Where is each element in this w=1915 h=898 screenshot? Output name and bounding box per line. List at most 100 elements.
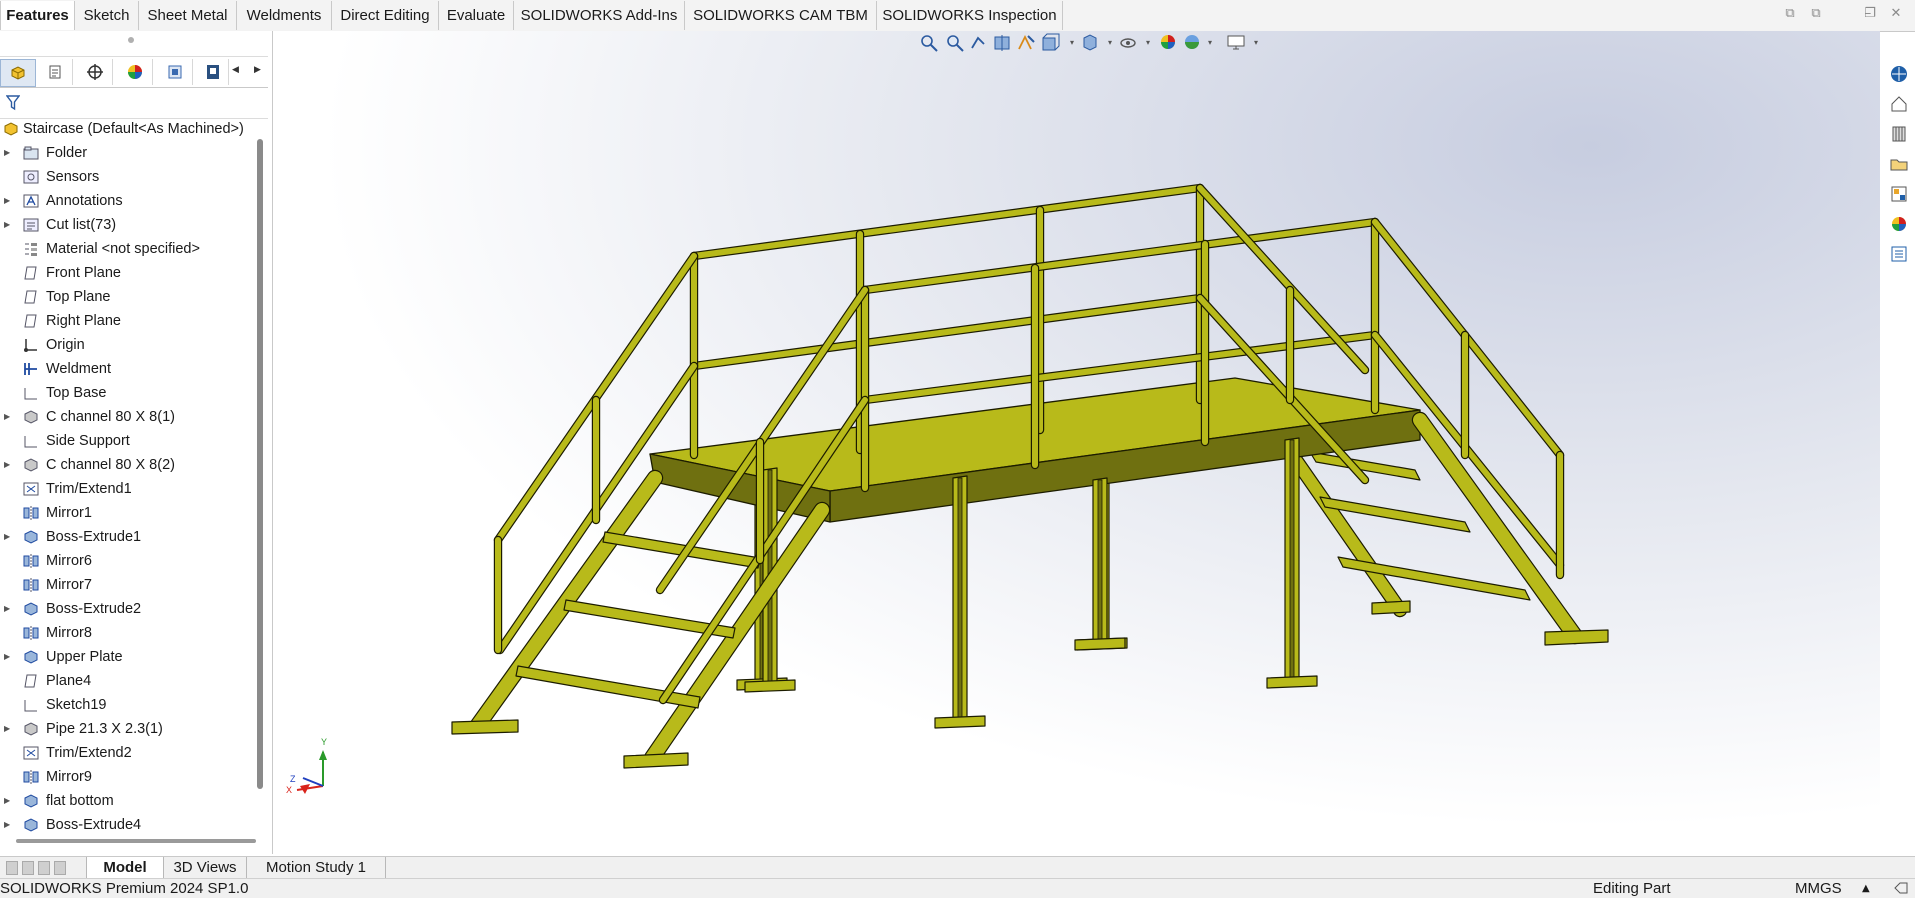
dropdown-arrow-icon[interactable]: ▾ [1108,32,1116,54]
dropdown-arrow-icon[interactable]: ▾ [1208,32,1216,54]
tab-evaluate[interactable]: Evaluate [439,1,514,30]
tree-vertical-scrollbar[interactable] [257,139,263,789]
tree-item-boss-extrude1[interactable]: ▶ Boss-Extrude1 [0,526,255,548]
tree-horizontal-scrollbar[interactable] [16,839,256,843]
display-manager-tab[interactable] [158,59,193,85]
restore-window-icon[interactable]: ❐ [1862,6,1878,22]
dropdown-arrow-icon[interactable]: ▾ [1254,32,1262,54]
tree-item-material-not-specified[interactable]: Material <not specified> [0,238,255,260]
tab-3d-views[interactable]: 3D Views [163,857,247,879]
zoom-to-area-icon[interactable] [944,32,966,54]
tile-right-icon[interactable]: ⧉ [1808,6,1824,22]
tree-item-c-channel-80-x-8-1[interactable]: ▶ C channel 80 X 8(1) [0,406,255,428]
last-tab-icon[interactable] [54,861,66,875]
customize-status-icon[interactable] [1893,881,1909,895]
expand-arrow-icon[interactable]: ▶ [4,526,12,548]
section-view-icon[interactable] [992,32,1014,54]
tree-item-mirror7[interactable]: Mirror7 [0,574,255,596]
close-icon[interactable]: ✕ [1888,6,1904,22]
tree-item-c-channel-80-x-8-2[interactable]: ▶ C channel 80 X 8(2) [0,454,255,476]
tab-sketch[interactable]: Sketch [75,1,139,30]
expand-arrow-icon[interactable]: ▶ [4,718,12,740]
file-explorer-icon[interactable] [1889,154,1909,174]
expand-arrow-icon[interactable]: ▶ [4,814,12,836]
tree-item-top-base[interactable]: Top Base [0,382,255,404]
tree-item-boss-extrude2[interactable]: ▶ Boss-Extrude2 [0,598,255,620]
feature-filter[interactable] [0,88,268,119]
pane-scroll-right-icon[interactable]: ▶ [254,65,261,75]
tab-direct-editing[interactable]: Direct Editing [332,1,439,30]
tree-item-mirror1[interactable]: Mirror1 [0,502,255,524]
tab-weldments[interactable]: Weldments [237,1,332,30]
tree-item-annotations[interactable]: ▶ Annotations [0,190,255,212]
tile-left-icon[interactable]: ⧉ [1782,6,1798,22]
tab-sheet-metal[interactable]: Sheet Metal [139,1,237,30]
cam-tab[interactable] [198,59,229,85]
design-library-icon[interactable] [1889,124,1909,144]
appearances-scenes-icon[interactable] [1889,214,1909,234]
zoom-to-fit-icon[interactable] [918,32,940,54]
tree-item-side-support[interactable]: Side Support [0,430,255,452]
tab-solidworks-cam-tbm[interactable]: SOLIDWORKS CAM TBM [685,1,877,30]
tree-item-trim-extend1[interactable]: Trim/Extend1 [0,478,255,500]
display-style-icon[interactable] [1080,32,1102,54]
expand-arrow-icon[interactable]: ▶ [4,214,12,236]
solidworks-resources-icon[interactable] [1889,64,1909,84]
tree-item-upper-plate[interactable]: ▶ Upper Plate [0,646,255,668]
view-settings-icon[interactable] [1226,32,1248,54]
property-manager-tab[interactable] [38,59,73,85]
tree-item-plane4[interactable]: Plane4 [0,670,255,692]
hide-show-items-icon[interactable] [1118,32,1140,54]
feature-manager-tab[interactable] [0,59,36,87]
tree-item-sensors[interactable]: Sensors [0,166,255,188]
expand-arrow-icon[interactable]: ▶ [4,190,12,212]
tree-item-top-plane[interactable]: Top Plane [0,286,255,308]
units-menu-arrow[interactable]: ▲ [1862,879,1870,898]
tree-item-mirror6[interactable]: Mirror6 [0,550,255,572]
apply-scene-icon[interactable] [1182,32,1204,54]
first-tab-icon[interactable] [6,861,18,875]
dimxpert-tab[interactable] [118,59,153,85]
tree-item-cut-list-73[interactable]: ▶ Cut list(73) [0,214,255,236]
view-orientation-icon[interactable] [1040,32,1062,54]
expand-arrow-icon[interactable]: ▶ [4,406,12,428]
tree-item-origin[interactable]: Origin [0,334,255,356]
tree-item-weldment[interactable]: Weldment [0,358,255,380]
pane-collapse-dot[interactable] [128,37,134,43]
next-tab-icon[interactable] [38,861,50,875]
previous-view-icon[interactable] [968,32,990,54]
view-palette-icon[interactable] [1889,184,1909,204]
tab-solidworks-inspection[interactable]: SOLIDWORKS Inspection [877,1,1063,30]
configuration-manager-tab[interactable] [78,59,113,85]
graphics-area[interactable]: Y ZX [273,31,1880,854]
filter-icon[interactable] [6,95,20,111]
expand-arrow-icon[interactable]: ▶ [4,454,12,476]
tree-item-boss-extrude4[interactable]: ▶ Boss-Extrude4 [0,814,255,836]
tab-model[interactable]: Model [86,857,164,879]
home-icon[interactable] [1889,94,1909,114]
unit-system-selector[interactable]: MMGS [1795,879,1842,898]
tree-item-right-plane[interactable]: Right Plane [0,310,255,332]
expand-arrow-icon[interactable]: ▶ [4,646,12,668]
prev-tab-icon[interactable] [22,861,34,875]
tree-item-trim-extend2[interactable]: Trim/Extend2 [0,742,255,764]
tree-item-mirror9[interactable]: Mirror9 [0,766,255,788]
staircase-model[interactable]: Y ZX [273,31,1880,854]
tree-item-mirror8[interactable]: Mirror8 [0,622,255,644]
tree-item-flat-bottom[interactable]: ▶ flat bottom [0,790,255,812]
dynamic-annotation-icon[interactable] [1016,32,1038,54]
expand-arrow-icon[interactable]: ▶ [4,598,12,620]
tree-item-folder[interactable]: ▶ Folder [0,142,255,164]
dropdown-arrow-icon[interactable]: ▾ [1146,32,1154,54]
tree-item-sketch19[interactable]: Sketch19 [0,694,255,716]
custom-properties-icon[interactable] [1889,244,1909,264]
expand-arrow-icon[interactable]: ▶ [4,790,12,812]
edit-appearance-icon[interactable] [1158,32,1180,54]
tab-features[interactable]: Features [0,1,75,30]
tab-motion-study[interactable]: Motion Study 1 [246,857,386,879]
tree-item-front-plane[interactable]: Front Plane [0,262,255,284]
tab-solidworks-add-ins[interactable]: SOLIDWORKS Add-Ins [514,1,685,30]
expand-arrow-icon[interactable]: ▶ [4,142,12,164]
pane-scroll-left-icon[interactable]: ◀ [232,65,239,75]
tree-item-pipe-21-3-x-2-3-1[interactable]: ▶ Pipe 21.3 X 2.3(1) [0,718,255,740]
